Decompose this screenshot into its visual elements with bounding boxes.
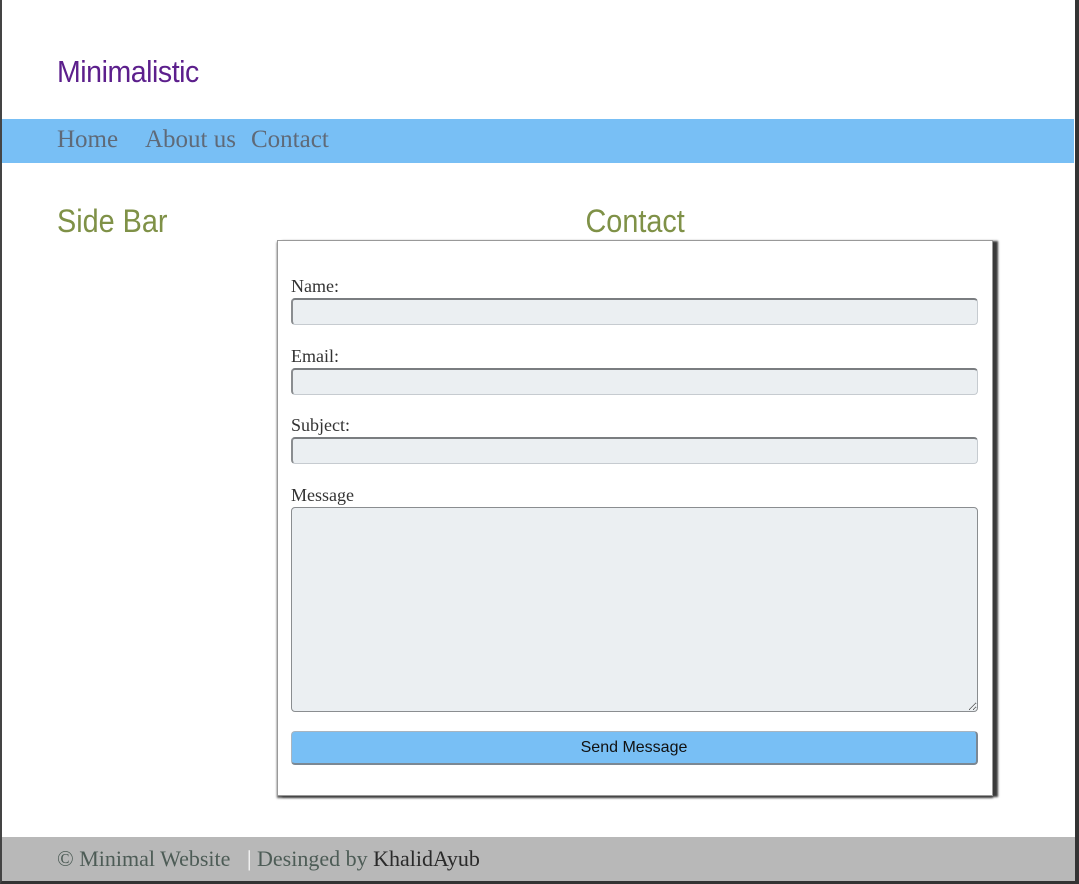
footer-separator: | bbox=[247, 846, 252, 871]
footer-author-link[interactable]: KhalidAyub bbox=[373, 846, 480, 871]
subject-label: Subject: bbox=[291, 415, 350, 435]
footer: © Minimal Website | Desinged by KhalidAy… bbox=[2, 837, 1075, 881]
nav-item-about-us[interactable]: About us bbox=[145, 126, 236, 154]
footer-credit: Desinged by KhalidAyub bbox=[257, 846, 480, 872]
email-label: Email: bbox=[291, 346, 339, 366]
nav-item-contact[interactable]: Contact bbox=[251, 126, 329, 154]
subject-field[interactable] bbox=[291, 437, 978, 464]
email-field[interactable] bbox=[291, 368, 978, 395]
nav-item-home[interactable]: Home bbox=[57, 126, 118, 154]
sidebar-title: Side Bar bbox=[57, 203, 168, 239]
main-nav: Home About us Contact bbox=[2, 119, 1074, 163]
name-field[interactable] bbox=[291, 298, 978, 325]
contact-heading-text: Contact bbox=[585, 203, 685, 239]
footer-designed-by: Desinged by bbox=[257, 846, 368, 871]
name-label: Name: bbox=[291, 276, 339, 296]
site-logo[interactable]: Minimalistic bbox=[57, 54, 199, 90]
contact-form: Name: Email: Subject: Message Send Messa… bbox=[277, 240, 993, 796]
send-message-button[interactable]: Send Message bbox=[291, 731, 978, 765]
message-label: Message bbox=[291, 485, 354, 505]
contact-heading: Contact bbox=[277, 203, 993, 240]
message-textarea[interactable] bbox=[291, 507, 978, 712]
footer-copyright: © Minimal Website bbox=[57, 846, 231, 871]
